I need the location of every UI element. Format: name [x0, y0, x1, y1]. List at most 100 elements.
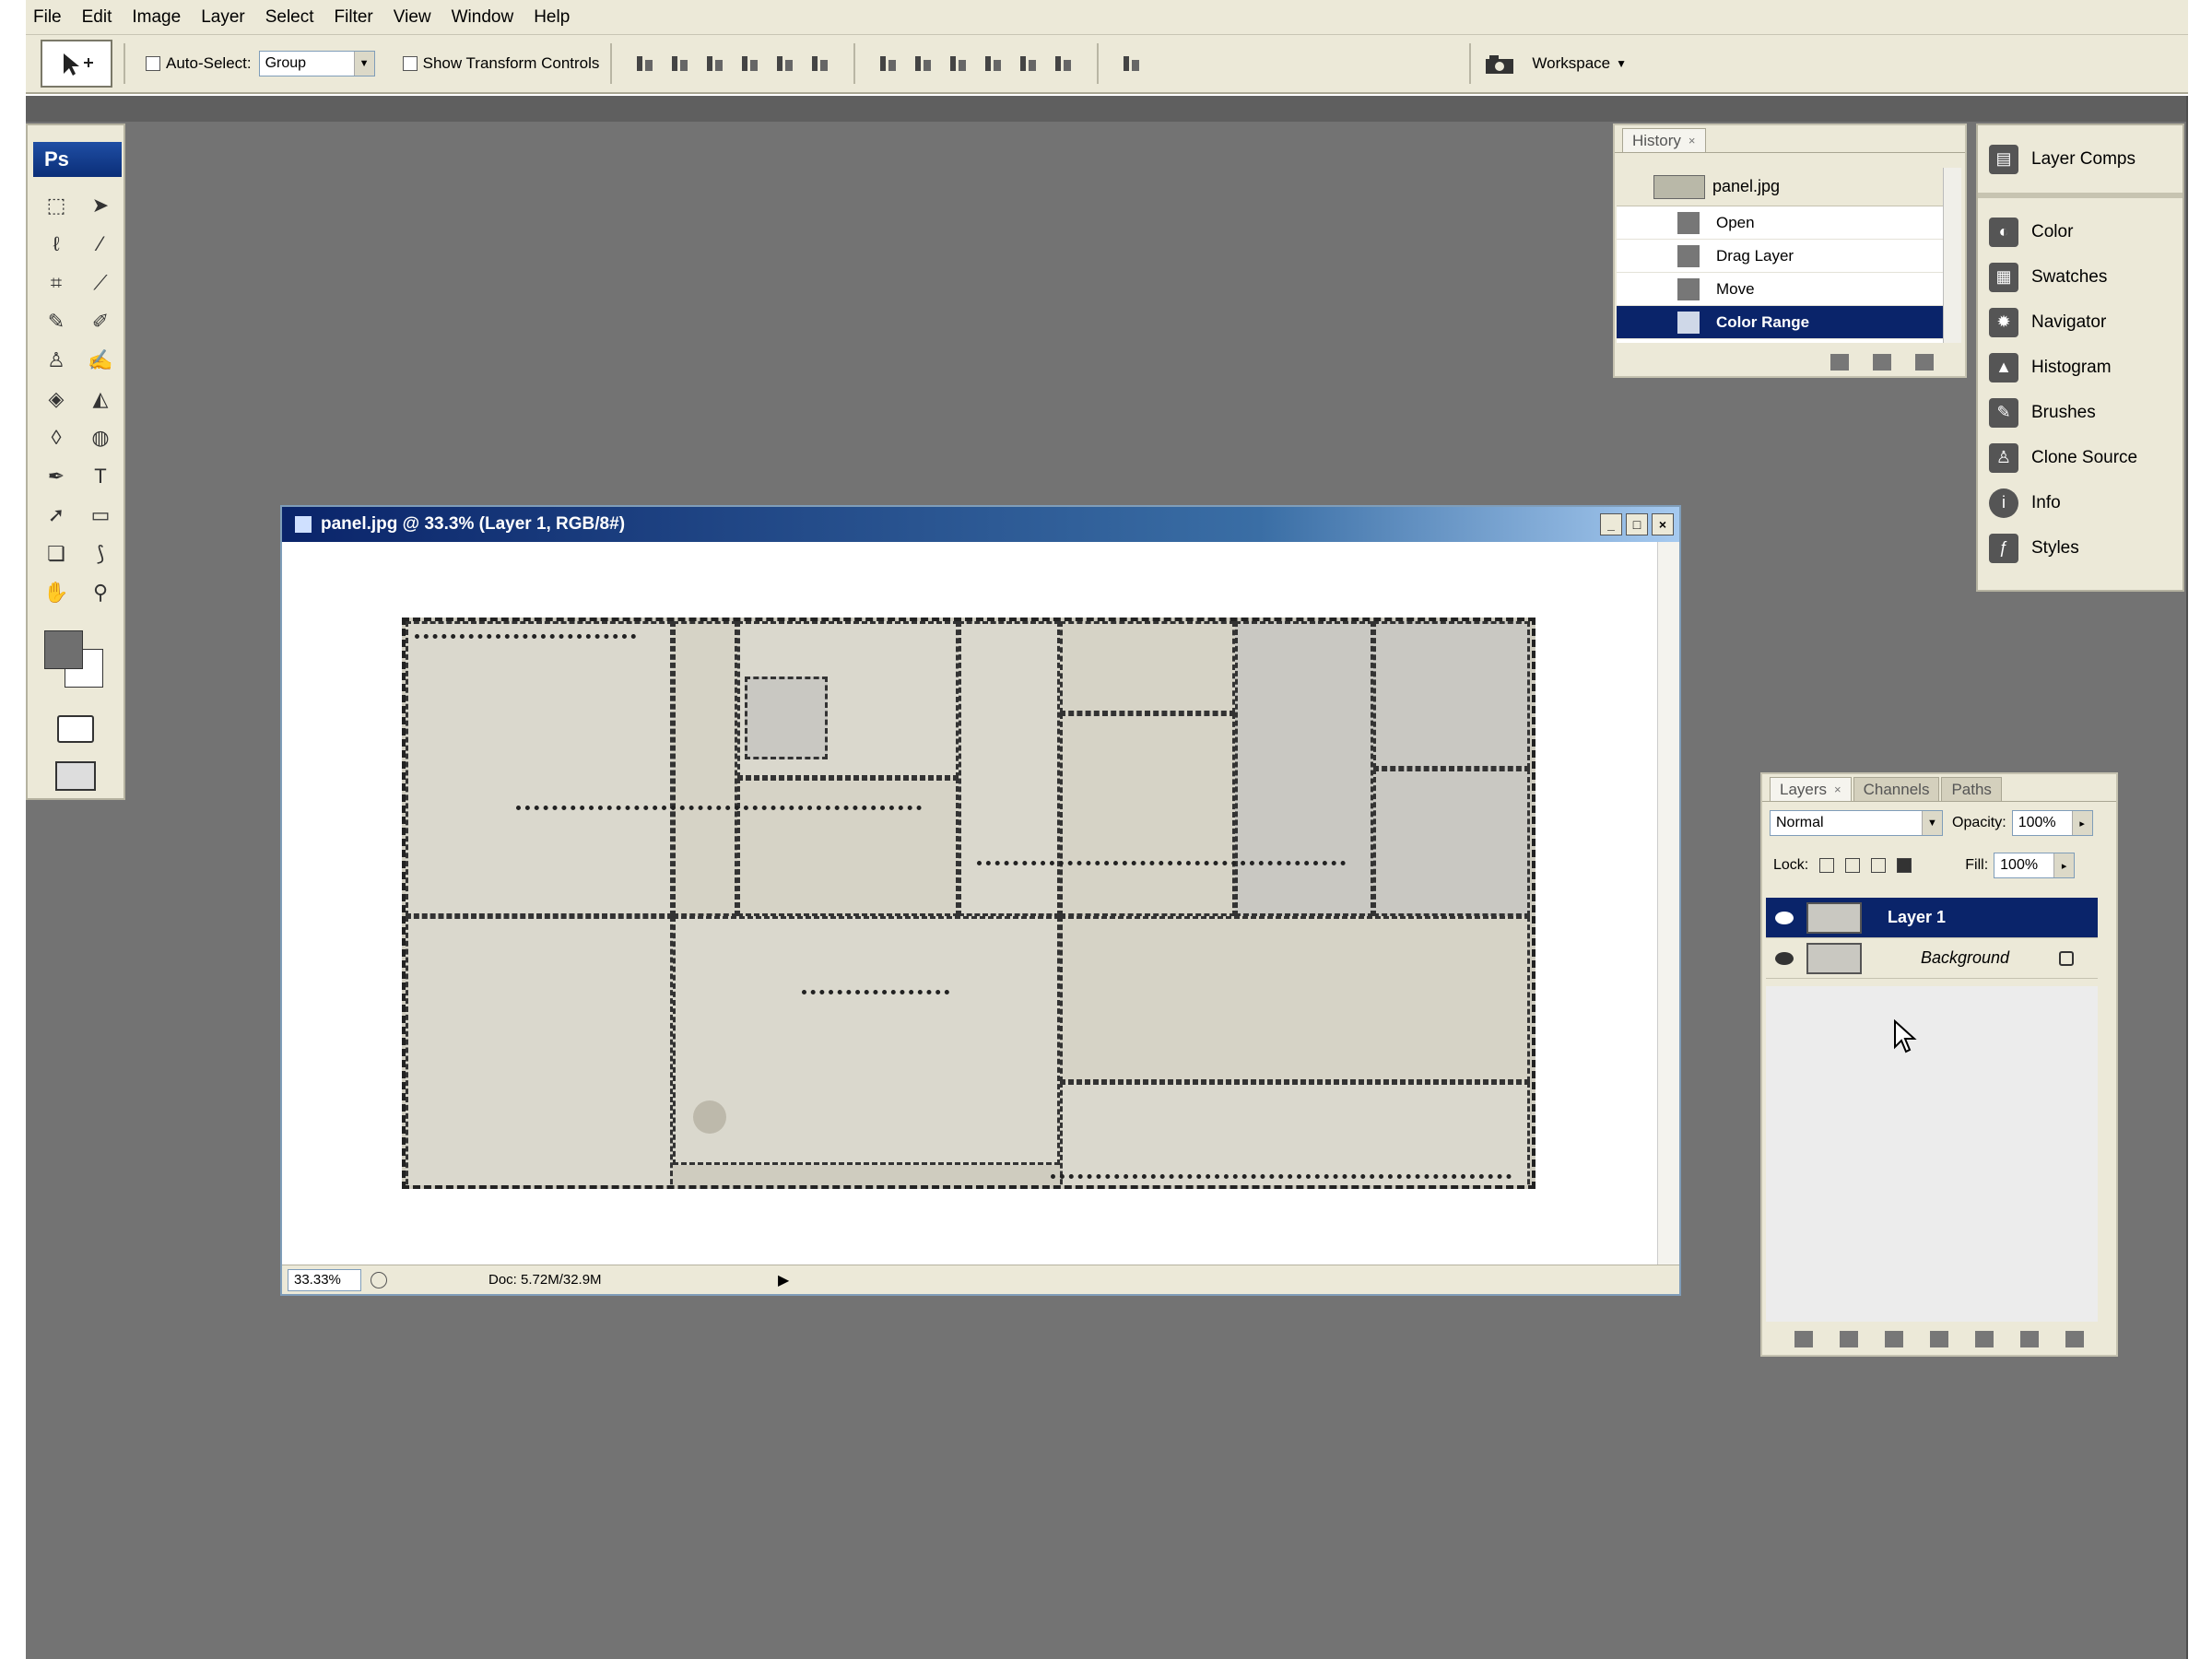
tab-layers[interactable]: Layers ×	[1770, 777, 1852, 801]
type-icon[interactable]: T	[83, 461, 118, 492]
new-document-from-state-icon[interactable]	[1830, 354, 1849, 371]
show-transform-option[interactable]: Show Transform Controls	[402, 54, 599, 73]
history-state[interactable]: Open	[1617, 206, 1945, 240]
history-state[interactable]: Move	[1617, 273, 1945, 306]
blend-mode-dropdown[interactable]: Normal ▼	[1770, 810, 1943, 836]
brush-icon[interactable]: ✐	[83, 306, 118, 337]
clone-stamp-icon[interactable]: ♙	[39, 345, 74, 376]
screen-mode-icon[interactable]	[55, 761, 96, 791]
layer-style-icon[interactable]	[1839, 1331, 1858, 1347]
close-button[interactable]: ×	[1652, 513, 1674, 535]
new-snapshot-icon[interactable]	[1873, 354, 1891, 371]
slice-icon[interactable]: ⟋	[83, 267, 118, 299]
maximize-button[interactable]: □	[1626, 513, 1648, 535]
layer-row[interactable]: Background	[1766, 938, 2098, 979]
pen-icon[interactable]: ✒	[39, 461, 74, 492]
image-canvas[interactable]	[402, 618, 1535, 1189]
workspace-menu-button[interactable]: Workspace ▼	[1532, 54, 1627, 73]
healing-brush-icon[interactable]: ✎	[39, 306, 74, 337]
dock-item-layer-comps[interactable]: ▤ Layer Comps	[1978, 136, 2183, 182]
distribute-vcenter-icon[interactable]	[912, 53, 935, 75]
dock-item-clone-source[interactable]: ♙ Clone Source	[1978, 435, 2183, 480]
adjustment-layer-icon[interactable]	[1929, 1331, 1948, 1347]
vertical-scrollbar[interactable]	[1657, 542, 1679, 1268]
visibility-eye-icon[interactable]	[1775, 951, 1794, 965]
align-left-icon[interactable]	[739, 53, 761, 75]
close-icon[interactable]: ×	[1688, 134, 1696, 147]
align-right-icon[interactable]	[809, 53, 831, 75]
layer-mask-icon[interactable]	[1884, 1331, 1903, 1347]
zoom-field[interactable]: 33.33%	[288, 1268, 361, 1291]
link-layers-icon[interactable]	[1794, 1331, 1813, 1347]
menu-layer[interactable]: Layer	[201, 7, 245, 28]
fill-field[interactable]: 100% ▸	[1994, 853, 2076, 878]
eyedropper-icon[interactable]: ⟆	[83, 538, 118, 570]
lock-all-icon[interactable]	[1897, 858, 1912, 873]
history-scrollbar[interactable]	[1943, 168, 1961, 343]
distribute-bottom-icon[interactable]	[947, 53, 970, 75]
tab-history[interactable]: History ×	[1622, 128, 1706, 152]
align-hcenter-icon[interactable]	[774, 53, 796, 75]
photoshop-logo[interactable]: Ps	[33, 142, 122, 177]
dodge-icon[interactable]: ◍	[83, 422, 118, 453]
paint-bucket-icon[interactable]: ◭	[83, 383, 118, 415]
zoom-icon[interactable]: ⚲	[83, 577, 118, 608]
dock-item-swatches[interactable]: ▦ Swatches	[1978, 254, 2183, 300]
hand-icon[interactable]: ✋	[39, 577, 74, 608]
path-selection-icon[interactable]: ➚	[39, 500, 74, 531]
distribute-right-icon[interactable]	[1053, 53, 1075, 75]
menu-window[interactable]: Window	[452, 7, 514, 28]
close-icon[interactable]: ×	[1834, 782, 1841, 796]
trash-icon[interactable]	[2065, 1331, 2085, 1347]
history-state-selected[interactable]: Color Range	[1617, 306, 1945, 339]
menu-select[interactable]: Select	[265, 7, 314, 28]
visibility-eye-icon[interactable]	[1775, 911, 1794, 924]
eraser-icon[interactable]: ◈	[39, 383, 74, 415]
crop-icon[interactable]: ⌗	[39, 267, 74, 299]
layer-row[interactable]: Layer 1	[1766, 898, 2098, 938]
align-vcenter-icon[interactable]	[669, 53, 691, 75]
minimize-button[interactable]: _	[1600, 513, 1622, 535]
distribute-top-icon[interactable]	[877, 53, 900, 75]
blur-icon[interactable]: ◊	[39, 422, 74, 453]
menu-filter[interactable]: Filter	[335, 7, 373, 28]
status-menu-icon[interactable]	[371, 1271, 387, 1288]
show-transform-checkbox[interactable]	[402, 56, 418, 71]
tab-paths[interactable]: Paths	[1941, 777, 2002, 801]
quick-mask-icon[interactable]	[57, 715, 94, 743]
dock-item-brushes[interactable]: ✎ Brushes	[1978, 390, 2183, 435]
history-state[interactable]: Drag Layer	[1617, 240, 1945, 273]
document-titlebar[interactable]: panel.jpg @ 33.3% (Layer 1, RGB/8#) _ □ …	[282, 507, 1679, 542]
menu-view[interactable]: View	[394, 7, 431, 28]
align-top-icon[interactable]	[634, 53, 656, 75]
align-bottom-icon[interactable]	[704, 53, 726, 75]
bridge-icon[interactable]	[1482, 50, 1519, 77]
auto-select-option[interactable]: Auto-Select:	[146, 54, 252, 73]
marquee-icon[interactable]: ⬚	[39, 190, 74, 221]
trash-icon[interactable]	[1915, 354, 1934, 371]
history-brush-icon[interactable]: ✍	[83, 345, 118, 376]
status-menu-arrow-icon[interactable]: ▶	[778, 1271, 789, 1289]
lasso-icon[interactable]: ℓ	[39, 229, 74, 260]
dock-item-color[interactable]: ◐ Color	[1978, 209, 2183, 254]
distribute-left-icon[interactable]	[982, 53, 1005, 75]
auto-select-dropdown[interactable]: Group ▼	[258, 51, 375, 76]
lock-position-icon[interactable]	[1871, 858, 1887, 873]
tab-channels[interactable]: Channels	[1853, 777, 1940, 801]
lock-transparency-icon[interactable]	[1819, 858, 1835, 873]
foreground-color-swatch[interactable]	[44, 630, 83, 669]
dock-item-histogram[interactable]: ▲ Histogram	[1978, 345, 2183, 390]
tool-preset-picker[interactable]	[41, 40, 112, 88]
dock-item-styles[interactable]: ƒ Styles	[1978, 525, 2183, 571]
notes-icon[interactable]: ❏	[39, 538, 74, 570]
lock-pixels-icon[interactable]	[1845, 858, 1861, 873]
menu-help[interactable]: Help	[534, 7, 570, 28]
dock-item-info[interactable]: i Info	[1978, 480, 2183, 525]
new-group-icon[interactable]	[1975, 1331, 1994, 1347]
menu-file[interactable]: File	[33, 7, 62, 28]
menu-edit[interactable]: Edit	[82, 7, 112, 28]
menu-image[interactable]: Image	[132, 7, 181, 28]
auto-align-icon[interactable]	[1121, 53, 1143, 75]
dock-item-navigator[interactable]: ✹ Navigator	[1978, 300, 2183, 345]
move-icon[interactable]: ➤	[83, 190, 118, 221]
